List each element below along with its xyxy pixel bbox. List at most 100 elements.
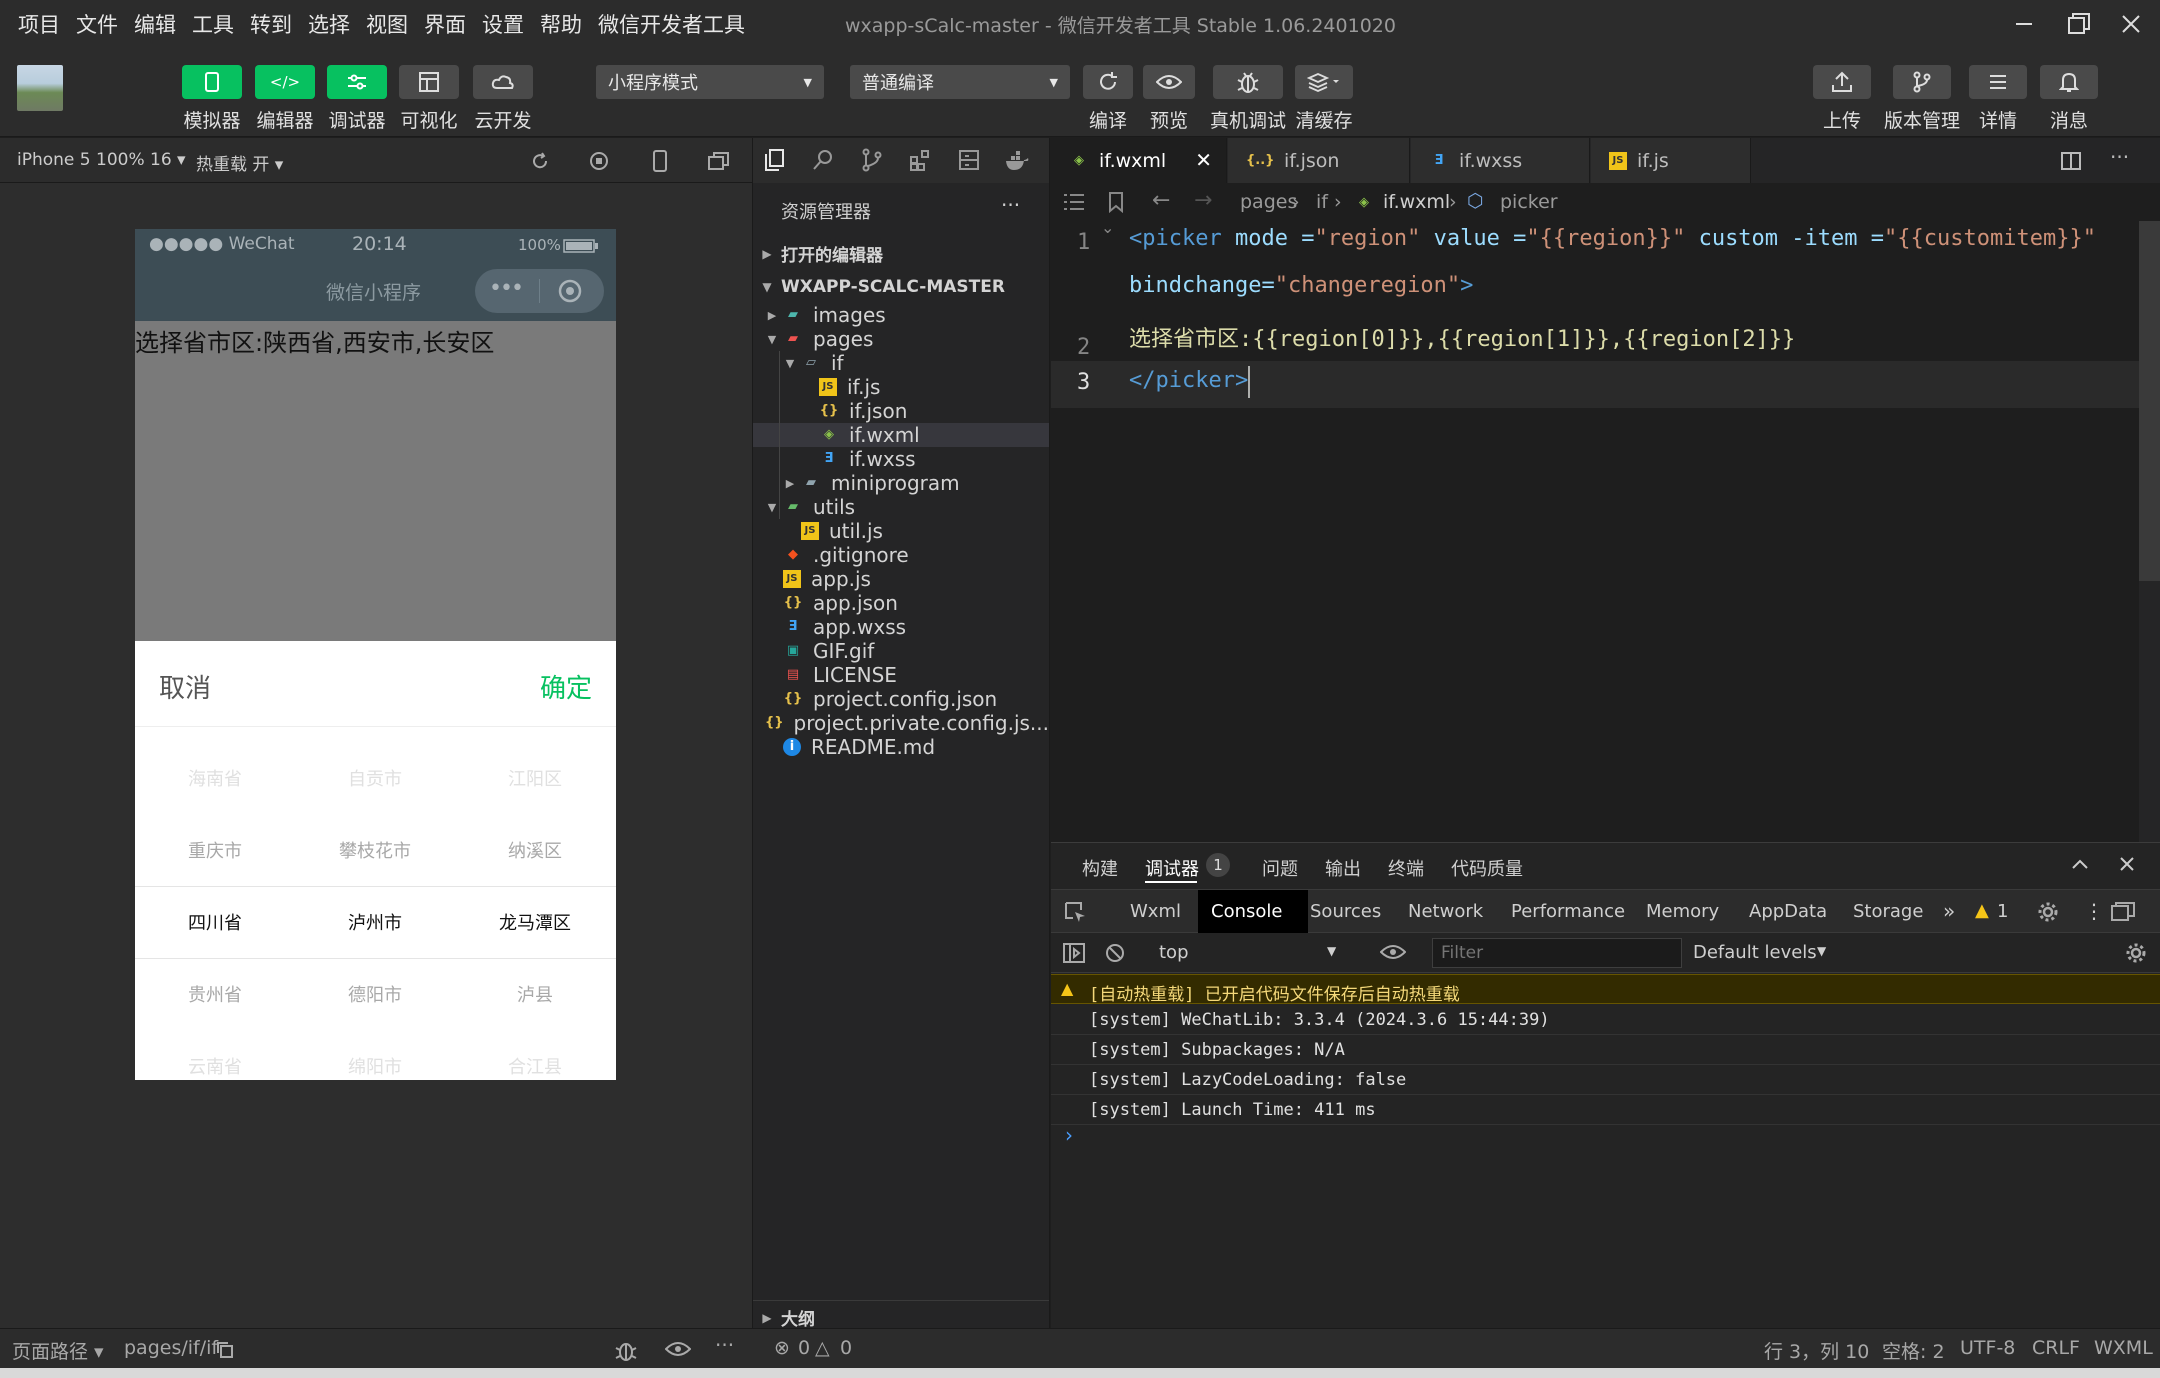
capsule-button[interactable]: ••• — [475, 269, 604, 313]
file-tree-item[interactable]: {} project.private.config.js... — [753, 711, 1049, 735]
code-line-2[interactable]: 选择省市区:{{region[0]}},{{region[1]}},{{regi… — [1129, 321, 1795, 353]
open-editors-section[interactable]: ▶ 打开的编辑器 — [753, 237, 1049, 270]
restore-button[interactable] — [2050, 0, 2108, 47]
eye-icon[interactable] — [665, 1341, 691, 1357]
files-icon[interactable] — [763, 148, 787, 172]
file-tree-item[interactable]: ▤ LICENSE — [753, 663, 1049, 687]
close-panel-icon[interactable] — [2119, 856, 2135, 872]
editor-more-icon[interactable]: ··· — [2110, 145, 2129, 169]
bug-icon[interactable] — [614, 1338, 638, 1362]
console-filter-input[interactable] — [1432, 938, 1682, 968]
split-editor-icon[interactable] — [2061, 151, 2081, 171]
file-tree-item[interactable]: ▼ ▰ pages — [753, 327, 1049, 351]
preview-button[interactable]: 预览 — [1143, 65, 1195, 133]
search-icon[interactable] — [811, 148, 835, 172]
file-tree-item[interactable]: ◈ if.wxml — [753, 423, 1049, 447]
picker-row[interactable]: 贵州省 德阳市 泸县 — [135, 958, 616, 1030]
stop-icon[interactable] — [589, 151, 609, 171]
editor-scrollbar[interactable] — [2139, 221, 2160, 842]
encoding[interactable]: UTF-8 — [1960, 1337, 2015, 1359]
close-tab-icon[interactable]: ✕ — [1195, 148, 1212, 172]
rotate-icon[interactable] — [530, 151, 550, 171]
storage-icon[interactable] — [957, 148, 981, 172]
tab-appdata[interactable]: AppData — [1749, 901, 1827, 922]
menu-file[interactable]: 文件 — [68, 9, 126, 39]
breadcrumb-item[interactable]: pages — [1240, 191, 1297, 213]
breadcrumb-item[interactable]: picker — [1500, 191, 1558, 213]
picker-row[interactable]: 海南省 自贡市 江阳区 — [135, 742, 616, 814]
menu-project[interactable]: 项目 — [10, 9, 68, 39]
close-capsule-icon[interactable] — [557, 278, 583, 304]
tab-debugger[interactable]: 调试器 — [1145, 855, 1199, 881]
tab-memory[interactable]: Memory — [1646, 901, 1719, 922]
file-tree-item[interactable]: Ǝif.wxss — [753, 447, 1049, 471]
settings-icon[interactable] — [2037, 901, 2059, 923]
popout-icon[interactable] — [708, 151, 730, 171]
mode-select[interactable]: 小程序模式 ▼ — [596, 65, 824, 99]
list-icon[interactable] — [1063, 193, 1085, 211]
cloud-button[interactable]: 云开发 — [473, 65, 533, 133]
tab-if-wxml[interactable]: ◈ if.wxml ✕ — [1051, 138, 1227, 183]
sidebar-toggle-icon[interactable] — [1063, 943, 1085, 963]
tab-if-wxss[interactable]: Ǝ if.wxss — [1411, 138, 1590, 183]
warning-outline-icon[interactable]: △ — [815, 1337, 830, 1359]
file-tree-item[interactable]: ▶ ▰ images — [753, 303, 1049, 327]
tab-storage[interactable]: Storage — [1853, 901, 1923, 922]
tab-sources[interactable]: Sources — [1310, 901, 1381, 922]
project-section[interactable]: ▼ WXAPP-SCALC-MASTER — [753, 270, 1049, 303]
tab-console[interactable]: Console — [1211, 901, 1282, 922]
avatar[interactable] — [17, 65, 63, 111]
console-prompt-icon[interactable]: › — [1065, 1123, 1073, 1147]
menu-help[interactable]: 帮助 — [532, 9, 590, 39]
menu-select[interactable]: 选择 — [300, 9, 358, 39]
upload-button[interactable]: 上传 — [1813, 65, 1871, 133]
file-tree-item[interactable]: JS app.js — [753, 567, 1049, 591]
cursor-position[interactable]: 行 3，列 10 — [1764, 1337, 1869, 1364]
tab-terminal[interactable]: 终端 — [1388, 855, 1424, 881]
more-tabs-icon[interactable]: » — [1943, 899, 1955, 923]
menu-view[interactable]: 视图 — [358, 9, 416, 39]
menu-interface[interactable]: 界面 — [416, 9, 474, 39]
source-control-icon[interactable] — [860, 148, 884, 172]
tab-build[interactable]: 构建 — [1082, 855, 1118, 881]
eye-icon[interactable] — [1380, 944, 1406, 960]
tab-output[interactable]: 输出 — [1325, 855, 1361, 881]
error-count[interactable]: 0 — [798, 1337, 810, 1359]
file-tree-item[interactable]: {} project.config.json — [753, 687, 1049, 711]
file-tree-item[interactable]: ▼ ▰ utils — [753, 495, 1049, 519]
picker-row[interactable]: 重庆市 攀枝花市 纳溪区 — [135, 814, 616, 886]
breadcrumb-item[interactable]: if.wxml — [1383, 191, 1450, 213]
bookmark-icon[interactable] — [1108, 191, 1124, 213]
forward-arrow-icon[interactable]: → — [1194, 188, 1212, 213]
picker-confirm-button[interactable]: 确定 — [540, 668, 592, 705]
inspect-icon[interactable] — [1065, 902, 1087, 924]
real-debug-button[interactable]: 真机调试 — [1210, 65, 1286, 133]
indentation[interactable]: 空格: 2 — [1882, 1337, 1945, 1364]
compile-mode-select[interactable]: 普通编译 ▼ — [850, 65, 1070, 99]
menu-edit[interactable]: 编辑 — [126, 9, 184, 39]
page-path-select[interactable]: 页面路径 ▾ — [12, 1337, 104, 1364]
version-button[interactable]: 版本管理 — [1884, 65, 1960, 133]
menu-tools[interactable]: 工具 — [184, 9, 242, 39]
more-icon[interactable]: ··· — [715, 1333, 734, 1357]
tab-performance[interactable]: Performance — [1511, 901, 1625, 922]
picker-cancel-button[interactable]: 取消 — [159, 668, 211, 705]
line-ending[interactable]: CRLF — [2032, 1337, 2080, 1359]
file-tree-item[interactable]: ▶ ▰ miniprogram — [753, 471, 1049, 495]
phone-screen[interactable]: ●●●●● WeChat 20:14 100% 微信小程序 ••• 选择省市区:… — [135, 229, 616, 1080]
menu-goto[interactable]: 转到 — [242, 9, 300, 39]
menu-settings[interactable]: 设置 — [474, 9, 532, 39]
file-tree-item[interactable]: {} if.json — [753, 399, 1049, 423]
levels-select[interactable]: Default levels ▼ — [1693, 938, 1843, 968]
dock-icon[interactable] — [2111, 902, 2135, 922]
context-select[interactable]: top ▼ — [1151, 938, 1351, 968]
tab-problems[interactable]: 问题 — [1262, 855, 1298, 881]
debugger-button[interactable]: 调试器 — [327, 65, 387, 133]
chevron-up-icon[interactable] — [2071, 857, 2089, 871]
warning-count[interactable]: 0 — [840, 1337, 852, 1359]
code-line-1[interactable]: <picker mode ="region" value ="{{region}… — [1129, 226, 2096, 251]
tab-code-quality[interactable]: 代码质量 — [1451, 855, 1523, 881]
minimize-button[interactable] — [1995, 0, 2053, 47]
more-dots-icon[interactable]: ••• — [489, 276, 524, 301]
language-mode[interactable]: WXML — [2094, 1337, 2153, 1359]
